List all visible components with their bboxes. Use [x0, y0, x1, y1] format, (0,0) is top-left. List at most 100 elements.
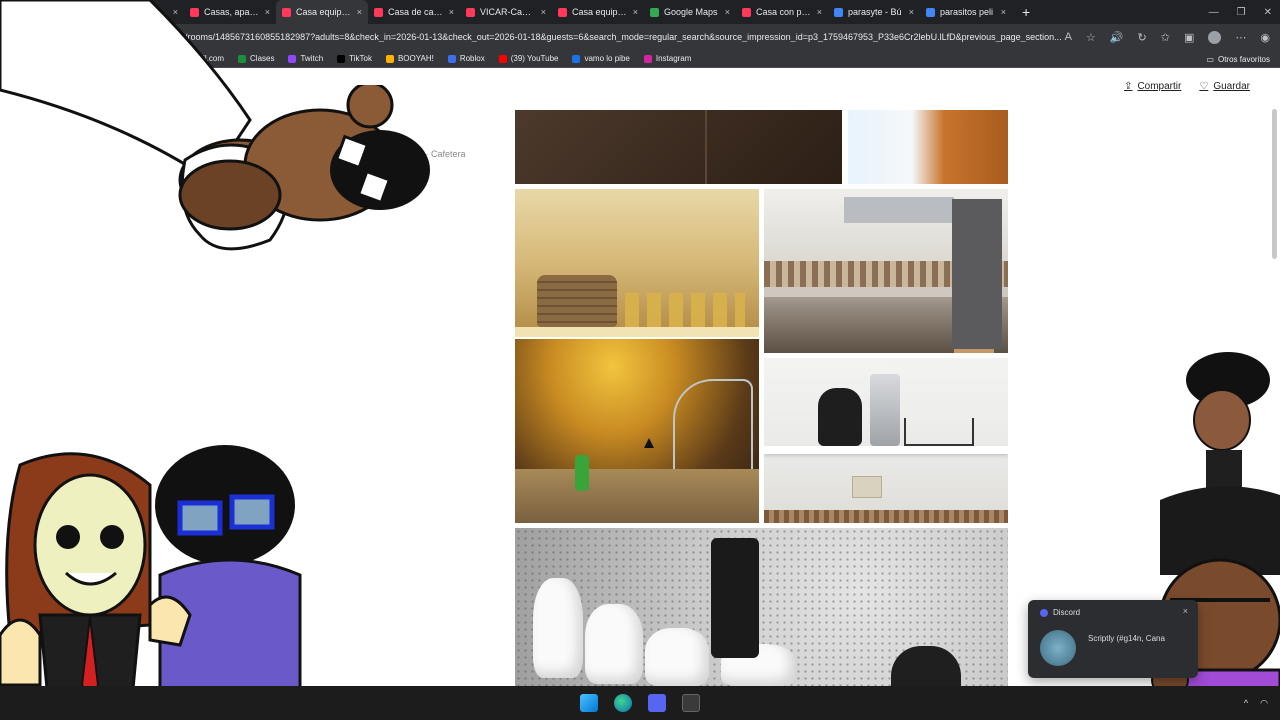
photo-kitchen-stove[interactable]	[764, 189, 1008, 353]
tab-title: parasitos peli	[940, 7, 994, 17]
browser-tab[interactable]: Casa equipad ×	[552, 0, 644, 24]
toolbar-icons: A ☆ 🔊 ↻ ✩ ▣ ⋯ ◉	[1065, 24, 1270, 50]
bookmark-item[interactable]: Twitch	[288, 54, 323, 63]
star-icon[interactable]: ☆	[1086, 31, 1096, 44]
photo-window[interactable]	[848, 110, 1008, 184]
photo-countertop[interactable]	[515, 110, 842, 184]
window-controls: — ❐ ✕	[1209, 0, 1272, 24]
tab-close-icon[interactable]: ×	[449, 7, 454, 17]
tab-title: Casa con pisci	[756, 7, 811, 17]
tab-close-icon[interactable]: ×	[725, 7, 730, 17]
tab-close-icon[interactable]: ×	[817, 7, 822, 17]
browser-tab[interactable]: Casa de camp ×	[368, 0, 460, 24]
copilot-icon[interactable]: ◉	[1260, 31, 1270, 44]
tab-favicon	[374, 7, 383, 17]
folder-icon: ▭	[1206, 54, 1214, 64]
restore-icon[interactable]: ❐	[1237, 7, 1246, 18]
page-scrollbar[interactable]	[1272, 109, 1277, 259]
new-tab-button[interactable]: +	[1012, 4, 1040, 20]
range-hood	[844, 197, 954, 223]
tile-band	[764, 510, 1008, 523]
bookmark-favicon	[643, 54, 652, 63]
tab-close-icon[interactable]: ×	[633, 7, 638, 17]
browser-tab[interactable]: parasitos peli ×	[920, 0, 1012, 24]
bookmark-item[interactable]: Instagram	[643, 54, 692, 63]
blender	[870, 374, 900, 446]
share-icon: ⇪	[1124, 81, 1133, 92]
chevron-up-icon[interactable]: ^	[1244, 698, 1248, 708]
close-window-icon[interactable]: ✕	[1264, 7, 1272, 18]
system-tray: ^ ◠	[1244, 686, 1268, 720]
notification-app-name: Discord	[1053, 608, 1081, 617]
bookmark-favicon	[447, 54, 456, 63]
url-field[interactable]: om.pe/rooms/1485673160855182987?adults=8…	[160, 32, 1080, 42]
bookmark-item[interactable]: (39) YouTube	[498, 54, 558, 63]
notification-message: Scriptly (#g14n, Cana	[1088, 634, 1165, 643]
tab-favicon	[742, 7, 751, 17]
translate-icon[interactable]: A	[1065, 31, 1072, 43]
network-icon[interactable]: ◠	[1260, 698, 1268, 709]
canister	[585, 604, 643, 684]
speaker-icon[interactable]: 🔊	[1110, 31, 1124, 44]
bookmark-label: Roblox	[459, 54, 485, 63]
bookmark-label: Instagram	[655, 54, 692, 63]
soap-bottle	[575, 455, 589, 491]
browser-tab[interactable]: parasyte - Bú ×	[828, 0, 920, 24]
shelf	[764, 446, 1008, 454]
photo-canisters[interactable]	[515, 528, 1008, 686]
bookmark-label: Twitch	[300, 54, 324, 63]
share-label: Compartir	[1137, 81, 1182, 92]
french-press	[711, 538, 759, 658]
refresh-icon[interactable]: ↻	[1138, 31, 1147, 44]
tab-close-icon[interactable]: ×	[541, 7, 546, 17]
sender-avatar	[1040, 630, 1076, 666]
menu-icon[interactable]: ⋯	[1235, 31, 1246, 44]
photo-sink[interactable]	[515, 339, 759, 523]
photo-shelf-dishes[interactable]	[515, 189, 759, 337]
browser-tab[interactable]: Casa con pisci ×	[736, 0, 828, 24]
close-icon[interactable]: ×	[1183, 606, 1188, 616]
tab-close-icon[interactable]: ×	[909, 7, 914, 17]
browser-tab[interactable]: Google Maps ×	[644, 0, 736, 24]
tab-favicon	[558, 7, 567, 17]
save-label: Guardar	[1213, 81, 1250, 92]
bookmark-item[interactable]: vamo lo pibe	[572, 54, 630, 63]
canister	[533, 578, 583, 678]
red-hair-character	[0, 452, 152, 720]
bear-overlay	[178, 85, 430, 231]
bookmark-favicon	[337, 54, 346, 63]
bookmark-favicon	[385, 54, 394, 63]
edge-icon[interactable]	[614, 694, 632, 712]
heart-icon: ♡	[1199, 81, 1209, 92]
favorites-icon[interactable]: ✩	[1161, 31, 1170, 44]
bowls	[537, 275, 617, 327]
two-characters-overlay	[0, 445, 302, 720]
kettle	[818, 388, 862, 446]
collections-icon[interactable]: ▣	[1184, 31, 1194, 44]
photo-appliances[interactable]	[764, 358, 1008, 523]
bookmark-favicon	[572, 54, 581, 63]
shelf	[515, 327, 759, 337]
tab-close-icon[interactable]: ×	[357, 7, 362, 17]
calculator-icon[interactable]	[682, 694, 700, 712]
minimize-icon[interactable]: —	[1209, 7, 1219, 18]
browser-tab[interactable]: VICAR-Caballi ×	[460, 0, 552, 24]
dish-drainer	[904, 418, 974, 446]
other-favorites[interactable]: ▭ Otros favoritos	[1206, 50, 1270, 68]
tab-close-icon[interactable]: ×	[1001, 7, 1006, 17]
bookmark-item[interactable]: BOOYAH!	[385, 54, 434, 63]
profile-avatar[interactable]	[1208, 30, 1222, 44]
other-favorites-label: Otros favoritos	[1217, 54, 1270, 64]
save-button[interactable]: ♡ Guardar	[1199, 81, 1250, 92]
cups	[625, 293, 745, 327]
bookmark-favicon	[498, 54, 507, 63]
tab-title: Casa equipad	[572, 7, 627, 17]
discord-taskbar-icon[interactable]	[648, 694, 666, 712]
discord-notification[interactable]: Discord × Scriptly (#g14n, Cana	[1028, 600, 1198, 678]
blue-glasses-character	[148, 445, 302, 720]
bookmark-label: BOOYAH!	[397, 54, 434, 63]
start-icon[interactable]	[580, 694, 598, 712]
bookmark-item[interactable]: Roblox	[447, 54, 485, 63]
share-button[interactable]: ⇪ Compartir	[1124, 81, 1181, 92]
bookmark-item[interactable]: TikTok	[337, 54, 372, 63]
